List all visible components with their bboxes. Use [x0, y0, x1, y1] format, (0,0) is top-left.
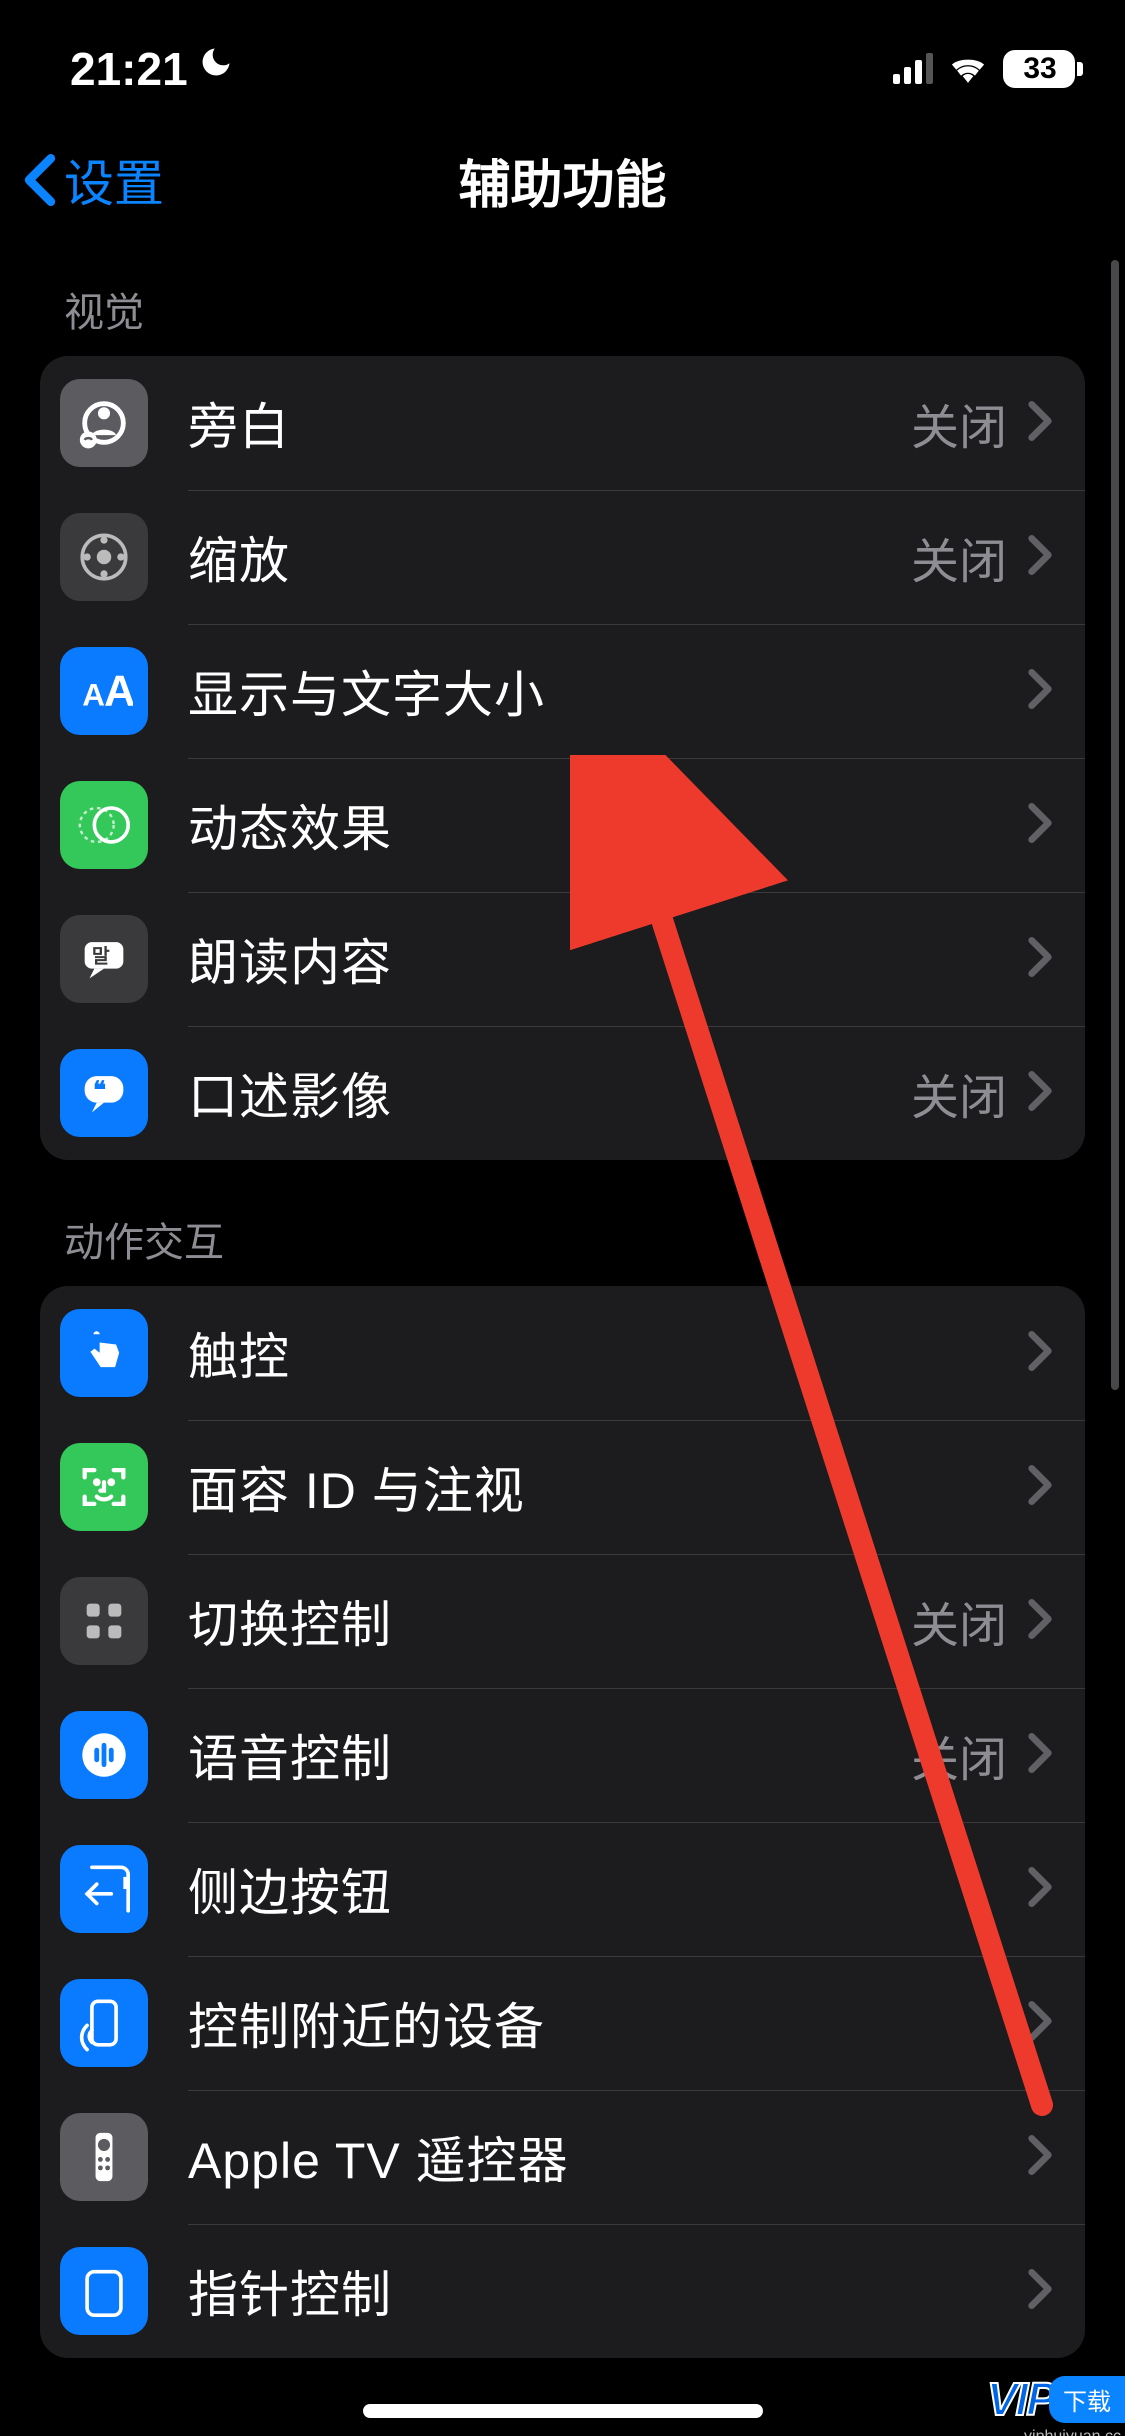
chevron-right-icon — [1025, 2269, 1055, 2314]
chevron-right-icon — [1025, 1733, 1055, 1778]
svg-text:말: 말 — [92, 946, 110, 968]
appletv-remote-icon — [60, 2113, 148, 2201]
row-label: 侧边按钮 — [188, 1853, 1025, 1925]
svg-text:A: A — [104, 668, 133, 716]
row-label: 触控 — [188, 1317, 1025, 1389]
row-label: 指针控制 — [188, 2255, 1025, 2327]
row-side-button[interactable]: 侧边按钮 — [40, 1822, 1085, 1956]
zoom-icon — [60, 513, 148, 601]
section-header-visual: 视觉 — [40, 250, 1085, 356]
row-label: 面容 ID 与注视 — [188, 1451, 1025, 1523]
row-label: 朗读内容 — [188, 923, 1025, 995]
row-voiceover[interactable]: 旁白 关闭 — [40, 356, 1085, 490]
row-display-text[interactable]: AA 显示与文字大小 — [40, 624, 1085, 758]
grid-icon — [60, 1577, 148, 1665]
scroll-indicator[interactable] — [1111, 260, 1119, 1390]
watermark: VIP 下载 viphuiyuan.cc — [987, 2372, 1125, 2426]
back-button[interactable]: 设置 — [20, 144, 164, 216]
row-nearby-ctrl[interactable]: 控制附近的设备 — [40, 1956, 1085, 2090]
chevron-right-icon — [1025, 1071, 1055, 1116]
row-label: 显示与文字大小 — [188, 655, 1025, 727]
voice-control-icon — [60, 1711, 148, 1799]
row-audio-desc[interactable]: ❝ 口述影像 关闭 — [40, 1026, 1085, 1160]
touch-icon — [60, 1309, 148, 1397]
pointer-control-icon — [60, 2247, 148, 2335]
row-spoken[interactable]: 말 朗读内容 — [40, 892, 1085, 1026]
status-right: 33 — [893, 50, 1075, 88]
row-value: 关闭 — [911, 1058, 1007, 1128]
row-label: 语音控制 — [188, 1719, 911, 1791]
quote-bubble-icon: ❝ — [60, 1049, 148, 1137]
chevron-right-icon — [1025, 2001, 1055, 2046]
row-voice-ctrl[interactable]: 语音控制 关闭 — [40, 1688, 1085, 1822]
cellular-icon — [893, 54, 933, 84]
chevron-left-icon — [20, 154, 60, 206]
content-scroll[interactable]: 视觉 旁白 关闭 缩放 关闭 AA 显示与文字大小 — [0, 250, 1125, 2358]
wifi-icon — [947, 51, 989, 88]
chevron-right-icon — [1025, 1599, 1055, 1644]
chevron-right-icon — [1025, 803, 1055, 848]
row-face-id[interactable]: 面容 ID 与注视 — [40, 1420, 1085, 1554]
battery-indicator: 33 — [1003, 50, 1075, 88]
row-label: Apple TV 遥控器 — [188, 2121, 1025, 2193]
chevron-right-icon — [1025, 1465, 1055, 1510]
chevron-right-icon — [1025, 669, 1055, 714]
chevron-right-icon — [1025, 401, 1055, 446]
home-indicator[interactable] — [363, 2404, 763, 2418]
row-zoom[interactable]: 缩放 关闭 — [40, 490, 1085, 624]
chevron-right-icon — [1025, 1331, 1055, 1376]
chevron-right-icon — [1025, 2135, 1055, 2180]
chevron-right-icon — [1025, 1867, 1055, 1912]
row-appletv-remote[interactable]: Apple TV 遥控器 — [40, 2090, 1085, 2224]
nearby-devices-icon — [60, 1979, 148, 2067]
row-touch[interactable]: 触控 — [40, 1286, 1085, 1420]
svg-text:❝: ❝ — [93, 1077, 106, 1104]
status-bar: 21:21 33 — [0, 0, 1125, 110]
watermark-dl: 下载 — [1049, 2376, 1125, 2423]
text-size-icon: AA — [60, 647, 148, 735]
watermark-url: viphuiyuan.cc — [1024, 2428, 1121, 2436]
row-label: 旁白 — [188, 387, 911, 459]
status-left: 21:21 — [70, 42, 234, 96]
chevron-right-icon — [1025, 937, 1055, 982]
row-value: 关闭 — [911, 1720, 1007, 1790]
row-label: 控制附近的设备 — [188, 1987, 1025, 2059]
row-value: 关闭 — [911, 522, 1007, 592]
section-header-interaction: 动作交互 — [40, 1160, 1085, 1286]
clock-text: 21:21 — [70, 42, 188, 96]
side-button-icon — [60, 1845, 148, 1933]
row-label: 动态效果 — [188, 789, 1025, 861]
dnd-moon-icon — [198, 44, 234, 90]
nav-bar: 设置 辅助功能 — [0, 110, 1125, 250]
voiceover-icon — [60, 379, 148, 467]
row-switch-ctrl[interactable]: 切换控制 关闭 — [40, 1554, 1085, 1688]
back-label: 设置 — [64, 144, 164, 216]
chevron-right-icon — [1025, 535, 1055, 580]
face-id-icon — [60, 1443, 148, 1531]
row-label: 口述影像 — [188, 1057, 911, 1129]
row-value: 关闭 — [911, 1586, 1007, 1656]
group-visual: 旁白 关闭 缩放 关闭 AA 显示与文字大小 动态效果 — [40, 356, 1085, 1160]
svg-text:A: A — [82, 678, 105, 713]
row-value: 关闭 — [911, 388, 1007, 458]
watermark-vip: VIP — [987, 2372, 1055, 2426]
page-title: 辅助功能 — [458, 143, 666, 218]
motion-icon — [60, 781, 148, 869]
row-motion[interactable]: 动态效果 — [40, 758, 1085, 892]
row-pointer-ctrl[interactable]: 指针控制 — [40, 2224, 1085, 2358]
row-label: 缩放 — [188, 521, 911, 593]
group-interaction: 触控 面容 ID 与注视 切换控制 关闭 语音控制 关闭 — [40, 1286, 1085, 2358]
row-label: 切换控制 — [188, 1585, 911, 1657]
speech-bubble-icon: 말 — [60, 915, 148, 1003]
